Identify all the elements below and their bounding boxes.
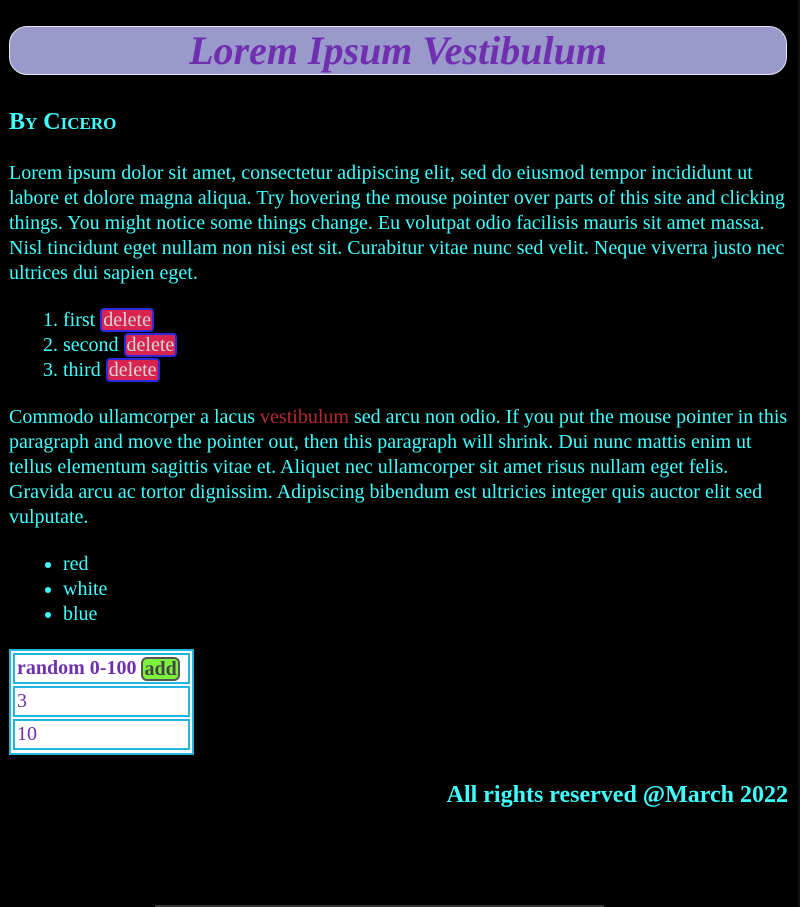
list-item: white bbox=[63, 577, 107, 602]
delete-button[interactable]: delete bbox=[105, 358, 160, 382]
highlight-word[interactable]: vestibulum bbox=[260, 406, 349, 428]
title-banner: Lorem Ipsum Vestibulum bbox=[9, 26, 787, 75]
random-number-widget: random 0-100 add 3 10 bbox=[9, 649, 194, 755]
list-item-label: third bbox=[63, 359, 101, 381]
list-item: third delete bbox=[63, 358, 177, 383]
list-item: red bbox=[63, 552, 107, 577]
list-item-label: second bbox=[63, 334, 119, 356]
list-item: blue bbox=[63, 602, 107, 627]
footer-copyright: All rights reserved @March 2022 bbox=[446, 782, 788, 808]
random-widget-label: random 0-100 bbox=[17, 657, 137, 679]
ordered-list: first delete second delete third delete bbox=[9, 308, 178, 383]
list-item-label: first bbox=[63, 309, 96, 331]
list-item: first delete bbox=[63, 308, 177, 333]
list-item: second delete bbox=[63, 333, 178, 358]
delete-button[interactable]: delete bbox=[100, 308, 154, 332]
page-title: Lorem Ipsum Vestibulum bbox=[189, 28, 607, 73]
intro-paragraph[interactable]: Lorem ipsum dolor sit amet, consectetur … bbox=[9, 161, 791, 286]
paragraph-text-start: Commodo ullamcorper a lacus bbox=[9, 406, 261, 428]
author-byline: By Cicero bbox=[9, 109, 117, 135]
add-button[interactable]: add bbox=[141, 656, 180, 681]
shrink-paragraph[interactable]: Commodo ullamcorper a lacus vestibulum s… bbox=[9, 405, 791, 530]
random-value-cell: 10 bbox=[13, 719, 190, 750]
random-widget-header: random 0-100 add bbox=[13, 653, 190, 684]
random-value-cell: 3 bbox=[13, 686, 190, 717]
delete-button[interactable]: delete bbox=[123, 333, 178, 357]
color-list: red white blue bbox=[9, 552, 107, 627]
